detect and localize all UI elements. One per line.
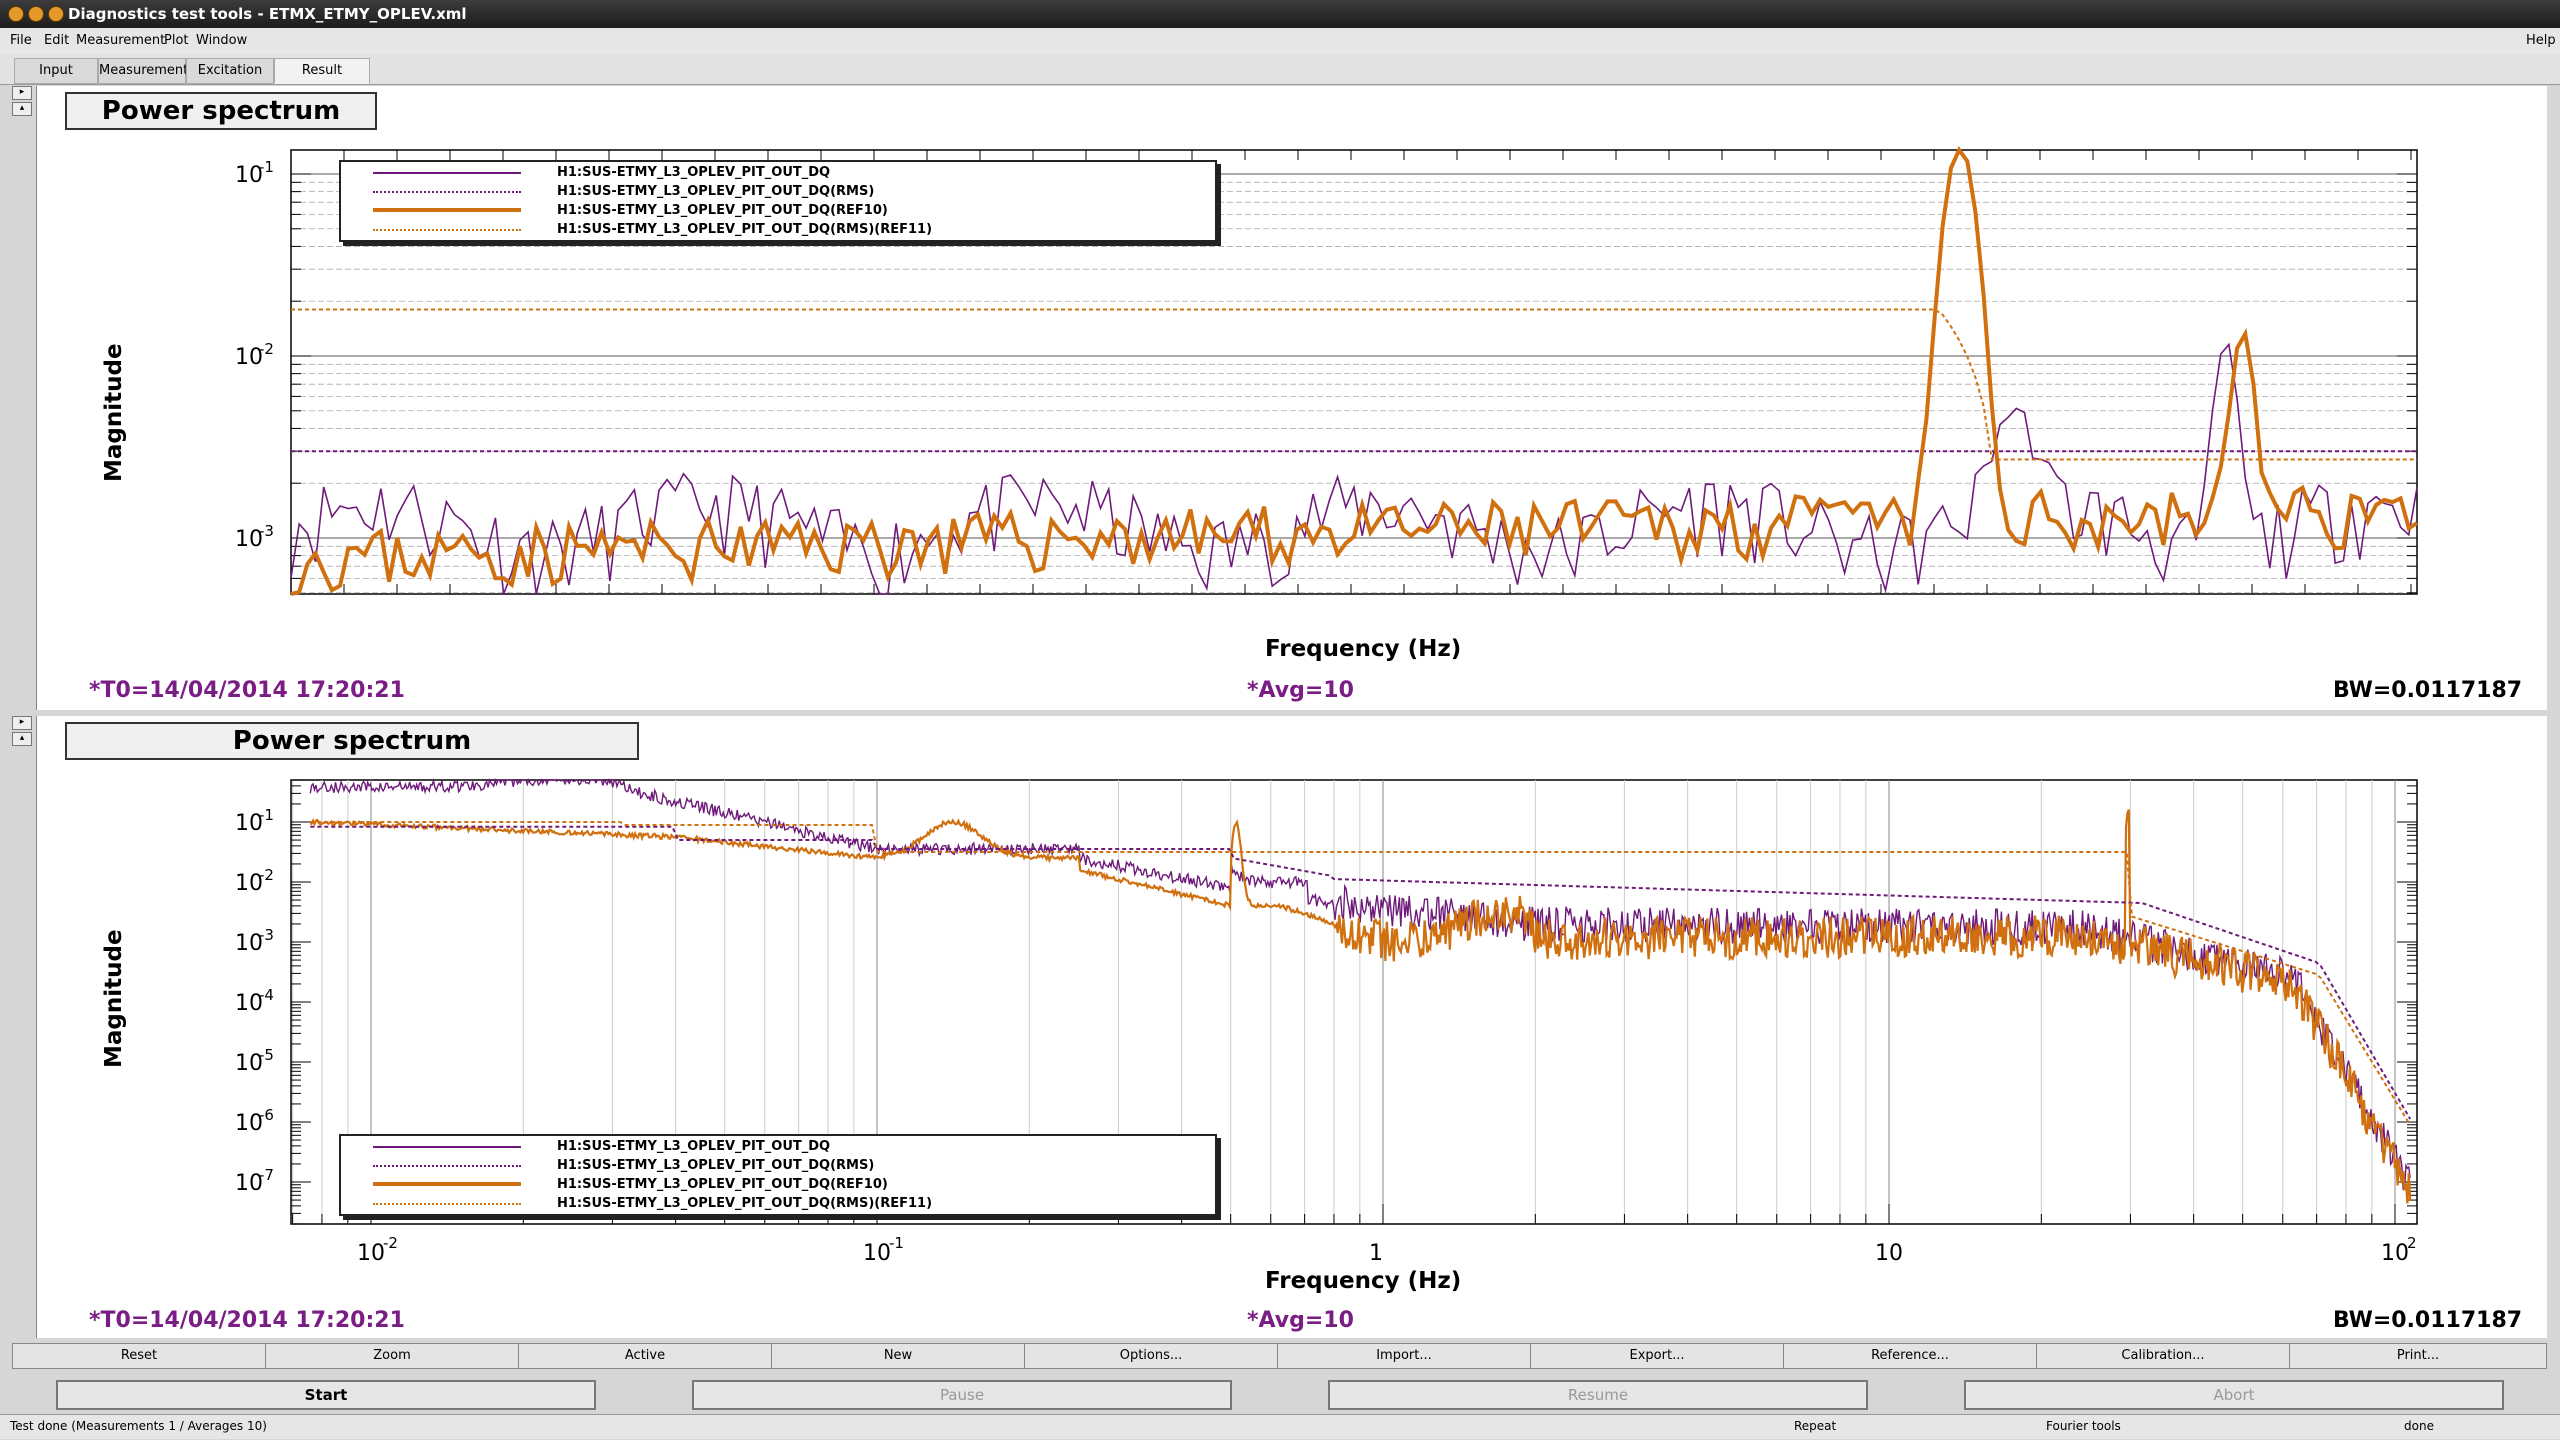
- plot-panel-1: Power spectrum 10 -1 10 -2 10 -3 Magnitude Fr…: [36, 86, 2547, 710]
- pad2-controls: ▸ ▴: [12, 716, 34, 746]
- window-titlebar: Diagnostics test tools - ETMX_ETMY_OPLEV…: [0, 0, 2560, 28]
- x-axis-label: Frequency (Hz): [1265, 1268, 1462, 1294]
- x-tick-label: 10: [2381, 1241, 2409, 1266]
- pause-button[interactable]: Pause: [692, 1380, 1232, 1410]
- y-axis-label: Magnitude: [101, 343, 127, 482]
- x-tick-label: -2: [383, 1234, 398, 1252]
- pad2-collapse-button[interactable]: ▴: [12, 732, 32, 746]
- y-tick-label: -2: [259, 340, 274, 358]
- pad1-collapse-button[interactable]: ▴: [12, 102, 32, 116]
- resume-button[interactable]: Resume: [1328, 1380, 1868, 1410]
- menu-help[interactable]: Help: [2526, 33, 2556, 48]
- window-minimize-icon[interactable]: [28, 6, 44, 22]
- legend-entry: H1:SUS-ETMY_L3_OPLEV_PIT_OUT_DQ(RMS)(REF…: [557, 1196, 933, 1211]
- status-message: Test done (Measurements 1 / Averages 10): [10, 1419, 267, 1433]
- new-button[interactable]: New: [771, 1343, 1025, 1369]
- legend-entry: H1:SUS-ETMY_L3_OPLEV_PIT_OUT_DQ(REF10): [557, 1177, 888, 1192]
- export-button[interactable]: Export...: [1530, 1343, 1784, 1369]
- y-tick-label: -3: [259, 522, 274, 540]
- y-tick-label: -1: [259, 158, 274, 176]
- y-axis-label: Magnitude: [101, 929, 127, 1068]
- plot-toolbar: Reset Zoom Active New Options... Import.…: [12, 1343, 2548, 1369]
- status-state: done: [2404, 1419, 2434, 1433]
- y-tick-label: -3: [259, 926, 274, 944]
- avg-label: *Avg=10: [1247, 1308, 1354, 1333]
- tab-measurement[interactable]: Measurement: [98, 58, 188, 84]
- x-tick-label: 1: [1369, 1241, 1383, 1266]
- menu-edit[interactable]: Edit: [44, 33, 69, 48]
- tab-input[interactable]: Input: [14, 58, 98, 84]
- pad1-controls: ▸ ▴: [12, 86, 34, 116]
- t0-label: *T0=14/04/2014 17:20:21: [89, 678, 405, 703]
- tab-result[interactable]: Result: [274, 58, 370, 84]
- zoom-button[interactable]: Zoom: [265, 1343, 519, 1369]
- menu-file[interactable]: File: [10, 33, 32, 48]
- menu-measurement[interactable]: Measurement: [76, 33, 165, 48]
- t0-label: *T0=14/04/2014 17:20:21: [89, 1308, 405, 1333]
- print-button[interactable]: Print...: [2289, 1343, 2547, 1369]
- measurement-controls: Start Pause Resume Abort: [0, 1380, 2560, 1410]
- legend-entry: H1:SUS-ETMY_L3_OPLEV_PIT_OUT_DQ: [557, 165, 831, 180]
- tab-bar: Input Measurement Excitation Result: [0, 54, 2560, 85]
- import-button[interactable]: Import...: [1277, 1343, 1531, 1369]
- active-button[interactable]: Active: [518, 1343, 772, 1369]
- x-tick-label: 10: [357, 1241, 385, 1266]
- tab-excitation[interactable]: Excitation: [186, 58, 274, 84]
- y-tick-label: -6: [259, 1106, 274, 1124]
- legend-entry: H1:SUS-ETMY_L3_OPLEV_PIT_OUT_DQ(RMS)(REF…: [557, 222, 933, 237]
- status-bar: Test done (Measurements 1 / Averages 10)…: [0, 1414, 2560, 1439]
- menu-bar: File Edit Measurement Plot Window Help: [0, 28, 2560, 54]
- status-fourier: Fourier tools: [2046, 1419, 2121, 1433]
- y-tick-label: -1: [259, 806, 274, 824]
- spectrum-plot-2[interactable]: 10-110-210-310-410-510-610-710-2 10-1 1 10 1…: [37, 716, 2547, 1338]
- x-tick-label: 10: [863, 1241, 891, 1266]
- abort-button[interactable]: Abort: [1964, 1380, 2504, 1410]
- legend-entry: H1:SUS-ETMY_L3_OPLEV_PIT_OUT_DQ(RMS): [557, 184, 875, 199]
- window-title: Diagnostics test tools - ETMX_ETMY_OPLEV…: [68, 5, 467, 23]
- x-tick-label: -1: [889, 1234, 904, 1252]
- reset-button[interactable]: Reset: [12, 1343, 266, 1369]
- menu-window[interactable]: Window: [196, 33, 247, 48]
- options-button[interactable]: Options...: [1024, 1343, 1278, 1369]
- window-maximize-icon[interactable]: [48, 6, 64, 22]
- window-close-icon[interactable]: [8, 6, 24, 22]
- y-tick-label: -2: [259, 866, 274, 884]
- legend-entry: H1:SUS-ETMY_L3_OPLEV_PIT_OUT_DQ(REF10): [557, 203, 888, 218]
- x-tick-label: 10: [1875, 1241, 1903, 1266]
- bw-label: BW=0.0117187: [2333, 1308, 2523, 1333]
- legend[interactable]: H1:SUS-ETMY_L3_OPLEV_PIT_OUT_DQ H1:SUS-E…: [339, 1134, 1217, 1216]
- status-repeat: Repeat: [1794, 1419, 1837, 1433]
- legend-entry: H1:SUS-ETMY_L3_OPLEV_PIT_OUT_DQ: [557, 1139, 831, 1154]
- start-button[interactable]: Start: [56, 1380, 596, 1410]
- reference-button[interactable]: Reference...: [1783, 1343, 2037, 1369]
- bw-label: BW=0.0117187: [2333, 678, 2523, 703]
- pad1-expand-button[interactable]: ▸: [12, 86, 32, 100]
- calibration-button[interactable]: Calibration...: [2036, 1343, 2290, 1369]
- y-tick-label: -7: [259, 1166, 274, 1184]
- menu-plot[interactable]: Plot: [164, 33, 189, 48]
- x-axis-label: Frequency (Hz): [1265, 636, 1462, 662]
- y-tick-label: -4: [259, 986, 274, 1004]
- window-buttons[interactable]: [8, 6, 68, 26]
- x-tick-label: 2: [2407, 1234, 2417, 1252]
- legend-entry: H1:SUS-ETMY_L3_OPLEV_PIT_OUT_DQ(RMS): [557, 1158, 875, 1173]
- y-tick-label: -5: [259, 1046, 274, 1064]
- avg-label: *Avg=10: [1247, 678, 1354, 703]
- legend[interactable]: H1:SUS-ETMY_L3_OPLEV_PIT_OUT_DQ H1:SUS-E…: [339, 160, 1217, 242]
- pad2-expand-button[interactable]: ▸: [12, 716, 32, 730]
- plot-panel-2: Power spectrum 10 -1 10 -2 10 -3 10 -4 10 -5 10 -6 1…: [36, 716, 2547, 1338]
